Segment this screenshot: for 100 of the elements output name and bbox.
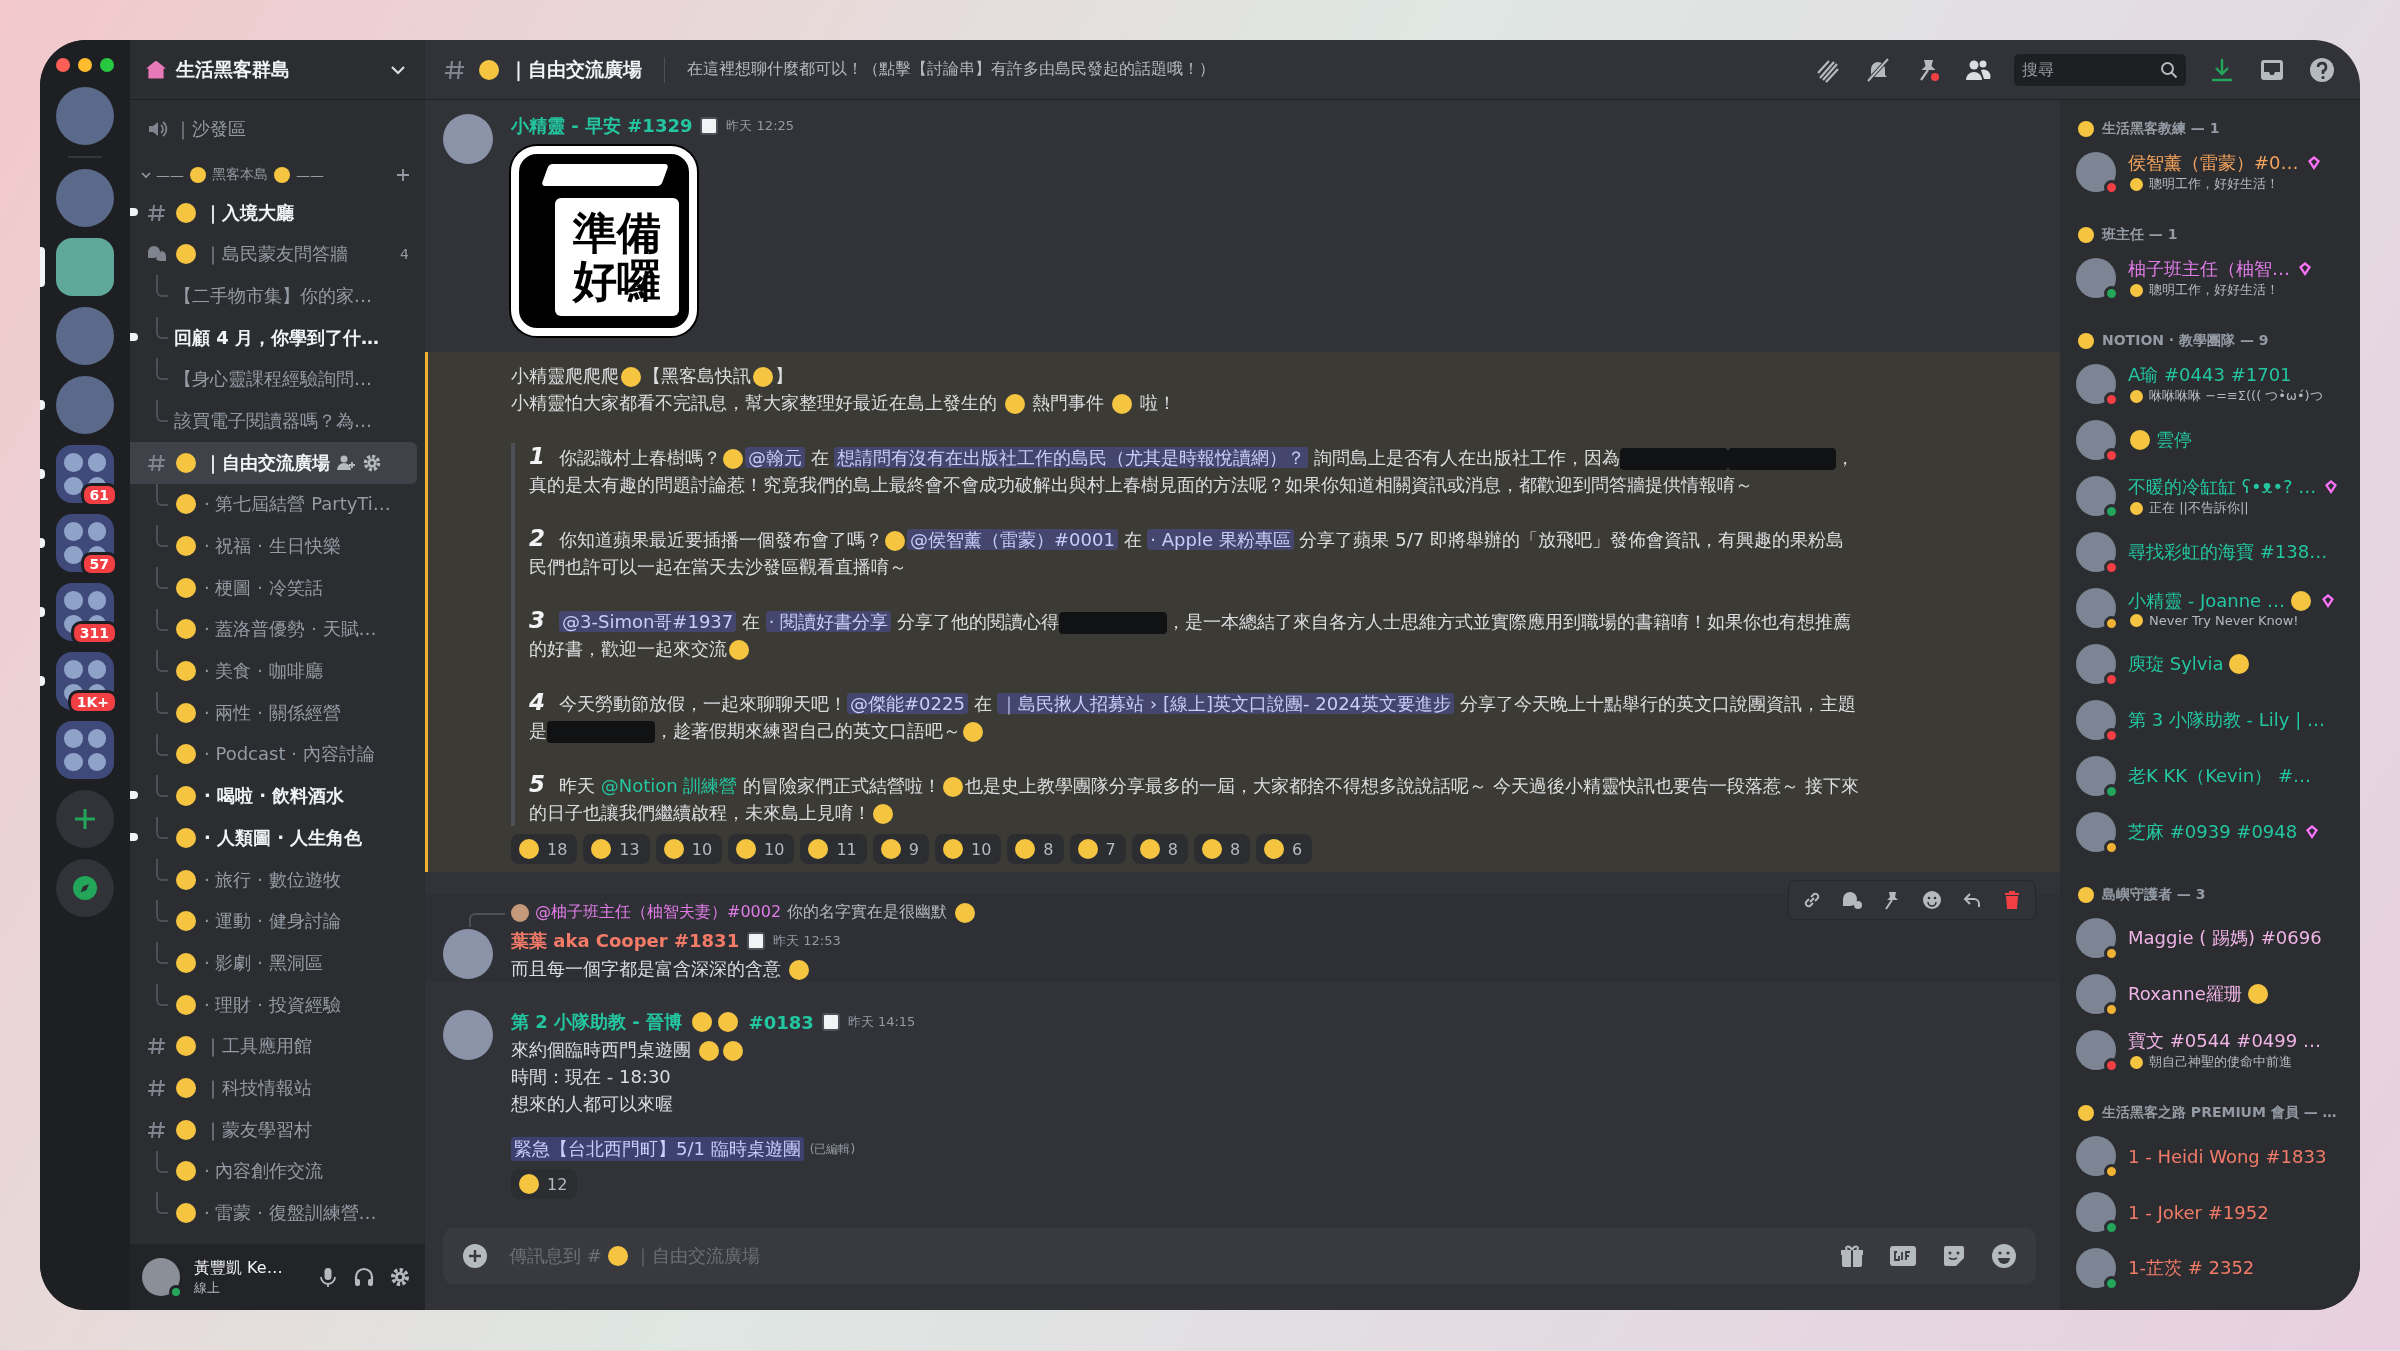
thread-item[interactable]: 【身心靈課程經驗詢問… [130, 358, 417, 401]
emoji-reaction-icon[interactable] [1921, 889, 1943, 911]
reaction-chip[interactable]: 12 [511, 1169, 578, 1199]
channel-item[interactable]: ｜入境大廳 [130, 191, 417, 234]
author-name[interactable]: 葉葉 aka Cooper #1831 [511, 929, 740, 953]
close-window-button[interactable] [56, 58, 70, 72]
thread-icon[interactable] [1841, 889, 1863, 911]
thread-item[interactable]: · 第七屆結營 PartyTi… [130, 483, 417, 526]
thread-item[interactable]: 該買電子閱讀器嗎？為… [130, 400, 417, 442]
add-channel-icon[interactable] [395, 166, 411, 183]
reaction-chip[interactable]: 8 [1131, 834, 1188, 864]
avatar[interactable] [443, 1010, 493, 1060]
channel-link[interactable]: 想請問有沒有在出版社工作的島民（尤其是時報悅讀網）？ [834, 447, 1309, 468]
member-item[interactable]: 雲停 [2076, 412, 2350, 468]
thread-item[interactable]: 【二手物市集】你的家… [130, 275, 417, 317]
server-icon[interactable] [56, 238, 114, 296]
reaction-chip[interactable]: 10 [655, 834, 723, 864]
channel-item[interactable]: ｜蒙友學習村 [130, 1108, 417, 1151]
thread-item[interactable]: · 喝啦 · 飲料酒水 [130, 775, 417, 817]
channel-topic[interactable]: 在這裡想聊什麼都可以！（點擊【討論串】有許多由島民發起的話題哦！） [687, 59, 1215, 80]
help-icon[interactable] [2308, 55, 2336, 84]
reaction-chip[interactable]: 11 [800, 834, 867, 864]
member-item[interactable]: 侯智薰（雷蒙）#0… 聰明工作，好好生活！ [2076, 144, 2350, 200]
channel-item[interactable]: ｜島民蒙友問答牆 4 [130, 233, 417, 276]
user-mention[interactable]: @傑能#0225 [847, 693, 968, 714]
add-attachment-icon[interactable] [461, 1242, 489, 1270]
thread-item[interactable]: · 梗圖 · 冷笑話 [130, 566, 417, 609]
reaction-chip[interactable]: 18 [511, 834, 578, 864]
channel-link[interactable]: · 閱讀好書分享 [765, 611, 892, 632]
headphones-icon[interactable] [353, 1266, 375, 1288]
number-label: 2 [529, 525, 545, 551]
server-folder[interactable] [56, 721, 114, 779]
reaction-chip[interactable]: 8 [1193, 834, 1251, 864]
reaction-chip[interactable]: 13 [583, 834, 650, 864]
thread-item[interactable]: · 雷蒙 · 復盤訓練營… [130, 1192, 417, 1234]
reply-author[interactable]: @柚子班主任（柚智夫妻）#0002 [535, 902, 782, 923]
category-name[interactable]: 黑客本島 [212, 165, 268, 184]
member-item[interactable]: Roxanne羅珊 [2076, 966, 2350, 1022]
thread-item[interactable]: · 祝福 · 生日快樂 [130, 525, 417, 567]
avatar[interactable] [443, 929, 493, 979]
thread-item[interactable]: · 運動 · 健身討論 [130, 900, 417, 943]
minimize-window-button[interactable] [78, 58, 92, 72]
channel-item[interactable]: ｜自由交流廣場 [130, 441, 417, 484]
microphone-icon[interactable] [317, 1266, 339, 1288]
reaction-chip[interactable]: 10 [728, 834, 795, 864]
reaction-chip[interactable]: 9 [872, 834, 929, 864]
settings-icon[interactable] [389, 1266, 411, 1288]
user-mention[interactable]: @3-Simon哥#1937 [559, 611, 737, 632]
channel-link[interactable]: ｜島民揪人招募站 › [線上]英文口說團- 2024英文要進步 [997, 693, 1455, 714]
user-avatar[interactable] [142, 1258, 180, 1296]
message-text: 4 今天勞動節放假，一起來聊聊天吧！ @傑能#0225 在 ｜島民揪人招募站 › [線上]英文口說團- 2024英文要進步 分享了今天晚上十點舉行的英文口說團資訊，主題是 ，趁著假期來練習自己的英文口語吧～ [529, 689, 1857, 744]
user-mention[interactable]: @侯智薰（雷蒙）#0001 [907, 529, 1118, 550]
emoji-picker-icon[interactable] [1990, 1242, 2018, 1270]
server-header[interactable]: 生活黑客群島 [130, 40, 425, 100]
reaction-chip[interactable]: 6 [1256, 834, 1313, 864]
search-field[interactable]: 搜尋 [2014, 53, 2186, 86]
member-item[interactable]: 1 - Joker #1952 [2076, 1184, 2350, 1240]
thread-item[interactable]: 回顧 4 月，你學到了什… [130, 316, 417, 359]
member-item[interactable]: 小精靈 - Joanne … Never Try Never Know! [2076, 580, 2350, 636]
emoji-icon [2130, 613, 2143, 627]
mute-bell-icon[interactable] [1864, 55, 1892, 84]
thread-item[interactable]: · 蓋洛普優勢 · 天賦… [130, 608, 417, 651]
channel-item[interactable]: ｜工具應用館 [130, 1025, 417, 1068]
member-item[interactable]: A瑜 #0443 #1701 咻咻咻咻 −=≡Σ((( つ•̀ω•́)つ [2076, 356, 2350, 412]
member-item[interactable]: 老K KK（Kevin） #… [2076, 748, 2350, 804]
channel-link[interactable]: · Apple 果粉專區 [1147, 529, 1294, 550]
reaction-chip[interactable]: 10 [935, 834, 1002, 864]
member-item[interactable]: 寶文 #0544 #0499 … 朝自己神聖的使命中前進 [2076, 1022, 2350, 1078]
thread-item[interactable]: · 美食 · 咖啡廳 [130, 650, 417, 692]
author-name[interactable]: 小精靈 - 早安 #1329 [511, 114, 693, 138]
member-item[interactable]: 第 3 小隊助教 - Lily | … [2076, 692, 2350, 748]
user-mention[interactable]: @翰元 [745, 447, 805, 468]
thread-item[interactable]: · 理財 · 投資經驗 [130, 983, 417, 1026]
channel-item[interactable]: ｜沙發區 [130, 108, 417, 150]
member-item[interactable]: Maggie ( 踢媽) #0696 [2076, 910, 2350, 966]
settings-icon[interactable] [362, 452, 382, 473]
member-item[interactable]: 1-芷茨 # 2352 [2076, 1240, 2350, 1296]
member-item[interactable]: 不暖的冷缸缸 ʕ•ᴥ•? … 正在 ||不告訴你|| [2076, 468, 2350, 524]
member-item[interactable]: 庾琁 Sylvia [2076, 636, 2350, 692]
author-name[interactable]: 第 2 小隊助教 - 晉博 #0183 [511, 1010, 814, 1034]
role-mention[interactable]: @Notion 訓練營 [600, 775, 738, 796]
thread-item[interactable]: · Podcast · 內容討論 [130, 733, 417, 776]
reaction-chip[interactable]: 8 [1007, 834, 1064, 864]
member-item[interactable]: 柚子班主任（柚智… 聰明工作，好好生活！ [2076, 250, 2350, 306]
thread-item[interactable]: · 兩性 · 關係經營 [130, 691, 417, 734]
thread-link[interactable]: 緊急【台北西門町】5/1 臨時桌遊團 [511, 1137, 804, 1161]
member-item[interactable]: 1 - Heidi Wong #1833 [2076, 1128, 2350, 1184]
thread-item[interactable]: · 內容創作交流 [130, 1150, 417, 1193]
category-name[interactable]: —— [156, 166, 184, 183]
channel-item[interactable]: ｜科技情報站 [130, 1067, 417, 1109]
member-item[interactable]: 尋找彩虹的海寶 #138… [2076, 524, 2350, 580]
category-name[interactable]: —— [296, 166, 324, 183]
thread-item[interactable]: · 人類圖 · 人生角色 [130, 817, 417, 859]
member-item[interactable]: 芝麻 #0939 #0948 [2076, 804, 2350, 860]
thread-item[interactable]: · 影劇 · 黑洞區 [130, 942, 417, 984]
reaction-chip[interactable]: 7 [1069, 834, 1126, 864]
maximize-window-button[interactable] [100, 58, 114, 72]
thread-item[interactable]: · 旅行 · 數位遊牧 [130, 858, 417, 901]
avatar[interactable] [443, 114, 493, 164]
reply-preview[interactable]: 你的名字實在是很幽默 [787, 902, 948, 923]
